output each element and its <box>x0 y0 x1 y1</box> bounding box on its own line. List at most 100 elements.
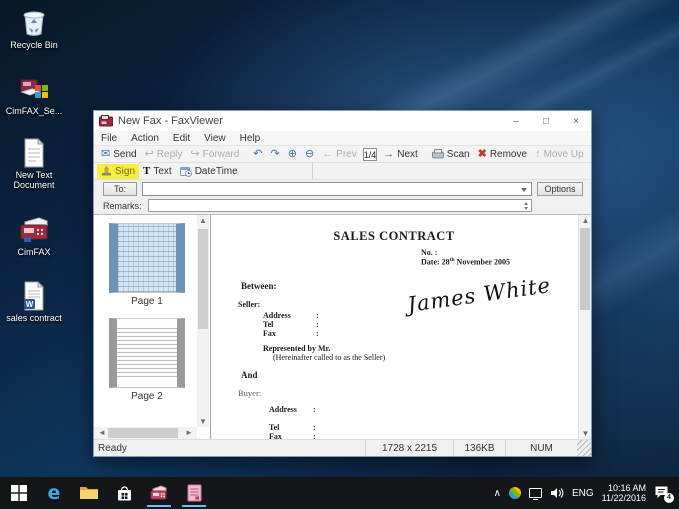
scroll-up-icon[interactable]: ▲ <box>579 216 592 225</box>
thumbnail-vertical-scrollbar[interactable]: ▲ ▼ <box>197 215 209 427</box>
options-button[interactable]: Options <box>537 182 583 196</box>
scroll-right-icon[interactable]: ► <box>183 428 195 437</box>
status-dimensions: 1728 x 2215 <box>365 440 453 456</box>
doc-buyer: Buyer: <box>238 388 261 398</box>
text-icon: T <box>143 166 150 177</box>
document-view: SALES CONTRACT No. : Date: 28th November… <box>211 215 591 439</box>
start-button[interactable] <box>6 479 32 507</box>
move-up-label: Move Up <box>544 149 584 160</box>
scrollbar-thumb[interactable] <box>198 229 208 329</box>
scroll-down-icon[interactable]: ▼ <box>197 417 209 426</box>
page-2-thumbnail-image[interactable] <box>109 318 185 388</box>
tray-network-icon[interactable] <box>509 487 521 499</box>
taskbar-cimfax-button[interactable] <box>146 479 172 507</box>
move-up-button[interactable]: ↑ Move Up <box>531 147 588 162</box>
tray-clock[interactable]: 10:16 AM 11/22/2016 <box>602 483 646 503</box>
text-button[interactable]: T Text <box>139 164 176 179</box>
text-document-icon <box>22 138 46 168</box>
send-button[interactable]: ✉ Send <box>97 147 141 162</box>
remove-button[interactable]: ✖ Remove <box>474 147 531 162</box>
desktop-icon-cimfax[interactable]: CimFAX <box>2 213 66 257</box>
zoom-out-button[interactable]: ⊖ <box>301 147 318 162</box>
tray-language-indicator[interactable]: ENG <box>572 488 594 499</box>
thumbnail-page-2[interactable]: Page 2 <box>108 318 186 402</box>
thumbnail-label: Page 2 <box>108 391 186 402</box>
sign-button[interactable]: Sign <box>97 164 139 179</box>
reply-button[interactable]: ↩ Reply <box>141 147 187 162</box>
menu-action[interactable]: Action <box>131 133 159 144</box>
tel-label: Tel <box>263 320 273 329</box>
document-vertical-scrollbar[interactable]: ▲ ▼ <box>578 215 591 439</box>
doc-date-line: Date: 28th November 2005 <box>421 257 510 267</box>
datetime-label: DateTime <box>195 166 238 177</box>
desktop-icon-cimfax-setup[interactable]: CimFAX_Se... <box>2 72 66 116</box>
desktop-icon-label: Recycle Bin <box>2 40 66 50</box>
close-button[interactable]: × <box>561 111 591 131</box>
recipient-combobox[interactable] <box>142 182 532 196</box>
scrollbar-thumb[interactable] <box>108 428 178 438</box>
menu-help[interactable]: Help <box>240 133 261 144</box>
datetime-button[interactable]: DateTime <box>176 164 242 179</box>
menu-edit[interactable]: Edit <box>173 133 190 144</box>
maximize-button[interactable]: □ <box>531 111 561 131</box>
desktop-icon-new-text-document[interactable]: New Text Document <box>2 138 66 190</box>
spinner-icon[interactable] <box>521 200 530 211</box>
tray-display-icon[interactable] <box>529 488 542 498</box>
remarks-input[interactable] <box>148 199 532 212</box>
address-label: Address <box>269 405 297 414</box>
page-1-thumbnail-image[interactable] <box>109 223 185 293</box>
scan-button[interactable]: Scan <box>428 147 474 162</box>
menu-view[interactable]: View <box>204 133 226 144</box>
taskbar-faxviewer-button[interactable] <box>181 479 207 507</box>
rotate-left-button[interactable]: ↶ <box>249 147 266 162</box>
sign-icon <box>101 166 112 176</box>
zoom-in-button[interactable]: ⊕ <box>284 147 301 162</box>
chevron-down-icon[interactable] <box>521 188 527 192</box>
prev-label: Prev <box>336 149 357 160</box>
faxviewer-app-icon <box>99 115 113 127</box>
tel-label: Tel <box>269 423 279 432</box>
minimize-button[interactable]: – <box>501 111 531 131</box>
next-page-button[interactable]: → Next <box>379 147 422 162</box>
scroll-down-icon[interactable]: ▼ <box>579 429 592 438</box>
taskbar-file-explorer-button[interactable] <box>76 479 102 507</box>
rotate-right-button[interactable]: ↷ <box>267 147 284 162</box>
thumbnail-horizontal-scrollbar[interactable]: ◄ ► <box>94 427 197 439</box>
scroll-up-icon[interactable]: ▲ <box>197 216 209 225</box>
forward-button[interactable]: ↪ Forward <box>186 147 243 162</box>
doc-seller-fax: Fax: <box>263 329 333 338</box>
page-indicator[interactable]: 1/4 <box>363 148 378 161</box>
scroll-left-icon[interactable]: ◄ <box>96 428 108 437</box>
recipient-row: To: Options <box>94 180 591 197</box>
scrollbar-thumb[interactable] <box>580 228 590 310</box>
to-button[interactable]: To: <box>103 182 137 196</box>
thumbnail-page-1[interactable]: Page 1 <box>108 223 186 307</box>
annotation-toolbar: Sign T Text DateTime <box>94 163 591 180</box>
taskbar-store-button[interactable] <box>111 479 137 507</box>
doc-seller: Seller: <box>238 300 260 309</box>
fax-label: Fax <box>269 432 282 439</box>
prev-page-button[interactable]: ← Prev <box>318 147 361 162</box>
doc-buyer-tel: Tel: <box>269 423 339 432</box>
doc-hereinafter: (Hereinafter called to as the Seller) <box>273 353 385 362</box>
move-down-button[interactable]: ↓ Move Do <box>588 147 591 162</box>
reply-icon: ↩ <box>145 149 154 160</box>
tray-chevron-up-icon[interactable]: ∧ <box>494 488 501 499</box>
cimfax-setup-icon <box>18 72 50 104</box>
desktop-icon-recycle-bin[interactable]: Recycle Bin <box>2 6 66 50</box>
fax-machine-icon <box>17 213 51 245</box>
document-title: SALES CONTRACT <box>211 229 577 244</box>
tray-speaker-icon[interactable] <box>550 487 564 499</box>
forward-icon: ↪ <box>190 149 199 160</box>
doc-represented: Represented by Mr. <box>263 344 330 353</box>
titlebar[interactable]: New Fax - FaxViewer – □ × <box>94 111 591 131</box>
desktop-icon-sales-contract[interactable]: W sales contract <box>2 281 66 323</box>
sign-label: Sign <box>115 166 135 177</box>
tray-time: 10:16 AM <box>602 483 646 493</box>
taskbar-edge-button[interactable]: e <box>41 479 67 507</box>
notification-badge: 4 <box>664 493 674 503</box>
text-label: Text <box>153 166 171 177</box>
action-center-button[interactable]: 4 <box>654 485 671 501</box>
menu-file[interactable]: File <box>101 133 117 144</box>
resize-grip[interactable] <box>577 440 591 456</box>
